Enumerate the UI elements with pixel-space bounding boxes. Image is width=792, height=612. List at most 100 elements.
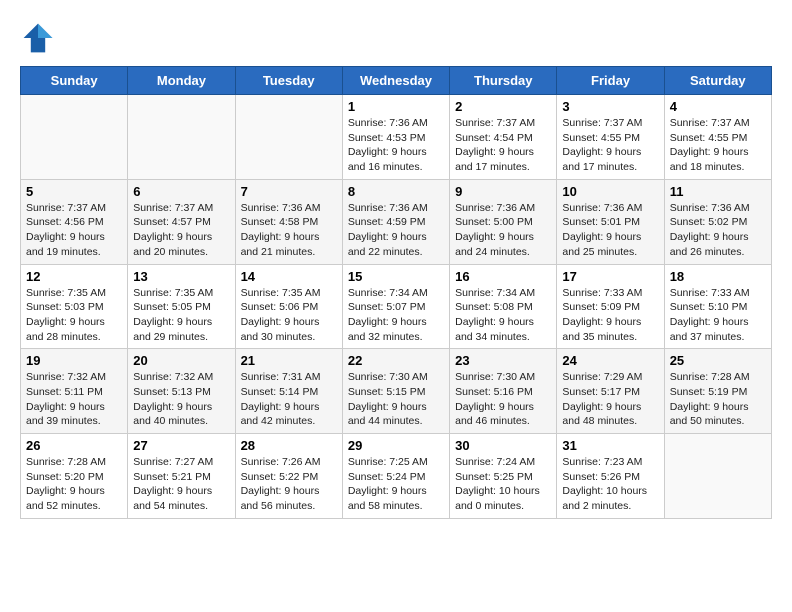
- day-info: Sunrise: 7:29 AMSunset: 5:17 PMDaylight:…: [562, 370, 658, 429]
- day-info: Sunrise: 7:33 AMSunset: 5:10 PMDaylight:…: [670, 286, 766, 345]
- day-number: 1: [348, 99, 444, 114]
- calendar-cell: 29 Sunrise: 7:25 AMSunset: 5:24 PMDayligh…: [342, 434, 449, 519]
- calendar-cell: 2 Sunrise: 7:37 AMSunset: 4:54 PMDaylight…: [450, 95, 557, 180]
- day-number: 31: [562, 438, 658, 453]
- calendar-cell: 14 Sunrise: 7:35 AMSunset: 5:06 PMDayligh…: [235, 264, 342, 349]
- calendar-cell: 15 Sunrise: 7:34 AMSunset: 5:07 PMDayligh…: [342, 264, 449, 349]
- day-info: Sunrise: 7:36 AMSunset: 5:00 PMDaylight:…: [455, 201, 551, 260]
- day-info: Sunrise: 7:28 AMSunset: 5:19 PMDaylight:…: [670, 370, 766, 429]
- day-number: 23: [455, 353, 551, 368]
- calendar-cell: 8 Sunrise: 7:36 AMSunset: 4:59 PMDaylight…: [342, 179, 449, 264]
- calendar-cell: 16Sunrise: 7:34 AMSunset: 5:08 PMDayligh…: [450, 264, 557, 349]
- calendar-cell: 9 Sunrise: 7:36 AMSunset: 5:00 PMDaylight…: [450, 179, 557, 264]
- day-info: Sunrise: 7:30 AMSunset: 5:15 PMDaylight:…: [348, 370, 444, 429]
- calendar-cell: [235, 95, 342, 180]
- calendar-cell: 23 Sunrise: 7:30 AMSunset: 5:16 PMDayligh…: [450, 349, 557, 434]
- day-number: 15: [348, 269, 444, 284]
- weekday-header-sunday: Sunday: [21, 67, 128, 95]
- day-info: Sunrise: 7:28 AMSunset: 5:20 PMDaylight:…: [26, 455, 122, 514]
- day-number: 27: [133, 438, 229, 453]
- weekday-header-tuesday: Tuesday: [235, 67, 342, 95]
- day-number: 10: [562, 184, 658, 199]
- day-number: 13: [133, 269, 229, 284]
- day-info: Sunrise: 7:37 AMSunset: 4:57 PMDaylight:…: [133, 201, 229, 260]
- day-number: 14: [241, 269, 337, 284]
- day-number: 9: [455, 184, 551, 199]
- logo-icon: [20, 20, 56, 56]
- weekday-header-monday: Monday: [128, 67, 235, 95]
- day-number: 25: [670, 353, 766, 368]
- calendar-cell: 21 Sunrise: 7:31 AMSunset: 5:14 PMDayligh…: [235, 349, 342, 434]
- day-info: Sunrise: 7:36 AMSunset: 4:53 PMDaylight:…: [348, 116, 444, 175]
- week-row-3: 12 Sunrise: 7:35 AMSunset: 5:03 PMDayligh…: [21, 264, 772, 349]
- day-info: Sunrise: 7:34 AMSunset: 5:07 PMDaylight:…: [348, 286, 444, 345]
- calendar-cell: 31 Sunrise: 7:23 AMSunset: 5:26 PMDayligh…: [557, 434, 664, 519]
- calendar-cell: 10 Sunrise: 7:36 AMSunset: 5:01 PMDayligh…: [557, 179, 664, 264]
- page-header: [20, 20, 772, 56]
- weekday-header-row: SundayMondayTuesdayWednesdayThursdayFrid…: [21, 67, 772, 95]
- day-number: 6: [133, 184, 229, 199]
- day-number: 19: [26, 353, 122, 368]
- weekday-header-friday: Friday: [557, 67, 664, 95]
- day-info: Sunrise: 7:24 AMSunset: 5:25 PMDaylight:…: [455, 455, 551, 514]
- weekday-header-thursday: Thursday: [450, 67, 557, 95]
- day-info: Sunrise: 7:36 AMSunset: 5:02 PMDaylight:…: [670, 201, 766, 260]
- day-number: 5: [26, 184, 122, 199]
- day-info: Sunrise: 7:31 AMSunset: 5:14 PMDaylight:…: [241, 370, 337, 429]
- calendar-cell: [664, 434, 771, 519]
- day-number: 3: [562, 99, 658, 114]
- day-number: 2: [455, 99, 551, 114]
- day-number: 8: [348, 184, 444, 199]
- day-info: Sunrise: 7:33 AMSunset: 5:09 PMDaylight:…: [562, 286, 658, 345]
- day-info: Sunrise: 7:35 AMSunset: 5:06 PMDaylight:…: [241, 286, 337, 345]
- day-info: Sunrise: 7:34 AMSunset: 5:08 PMDaylight:…: [455, 286, 551, 345]
- day-number: 12: [26, 269, 122, 284]
- calendar-cell: 17 Sunrise: 7:33 AMSunset: 5:09 PMDayligh…: [557, 264, 664, 349]
- day-info: Sunrise: 7:37 AMSunset: 4:54 PMDaylight:…: [455, 116, 551, 175]
- day-number: 30: [455, 438, 551, 453]
- calendar-table: SundayMondayTuesdayWednesdayThursdayFrid…: [20, 66, 772, 519]
- weekday-header-saturday: Saturday: [664, 67, 771, 95]
- calendar-cell: 24 Sunrise: 7:29 AMSunset: 5:17 PMDayligh…: [557, 349, 664, 434]
- week-row-5: 26 Sunrise: 7:28 AMSunset: 5:20 PMDayligh…: [21, 434, 772, 519]
- calendar-cell: 3 Sunrise: 7:37 AMSunset: 4:55 PMDaylight…: [557, 95, 664, 180]
- day-info: Sunrise: 7:37 AMSunset: 4:55 PMDaylight:…: [562, 116, 658, 175]
- day-number: 11: [670, 184, 766, 199]
- day-info: Sunrise: 7:36 AMSunset: 5:01 PMDaylight:…: [562, 201, 658, 260]
- calendar-cell: 11 Sunrise: 7:36 AMSunset: 5:02 PMDayligh…: [664, 179, 771, 264]
- calendar-cell: 26 Sunrise: 7:28 AMSunset: 5:20 PMDayligh…: [21, 434, 128, 519]
- calendar-cell: 5Sunrise: 7:37 AMSunset: 4:56 PMDaylight…: [21, 179, 128, 264]
- calendar-cell: 30 Sunrise: 7:24 AMSunset: 5:25 PMDayligh…: [450, 434, 557, 519]
- calendar-cell: 25 Sunrise: 7:28 AMSunset: 5:19 PMDayligh…: [664, 349, 771, 434]
- day-info: Sunrise: 7:30 AMSunset: 5:16 PMDaylight:…: [455, 370, 551, 429]
- calendar-cell: 13Sunrise: 7:35 AMSunset: 5:05 PMDayligh…: [128, 264, 235, 349]
- weekday-header-wednesday: Wednesday: [342, 67, 449, 95]
- day-number: 29: [348, 438, 444, 453]
- day-number: 26: [26, 438, 122, 453]
- day-info: Sunrise: 7:23 AMSunset: 5:26 PMDaylight:…: [562, 455, 658, 514]
- day-info: Sunrise: 7:26 AMSunset: 5:22 PMDaylight:…: [241, 455, 337, 514]
- week-row-2: 5Sunrise: 7:37 AMSunset: 4:56 PMDaylight…: [21, 179, 772, 264]
- week-row-1: 1 Sunrise: 7:36 AMSunset: 4:53 PMDaylight…: [21, 95, 772, 180]
- calendar-cell: 22Sunrise: 7:30 AMSunset: 5:15 PMDayligh…: [342, 349, 449, 434]
- calendar-cell: 7 Sunrise: 7:36 AMSunset: 4:58 PMDaylight…: [235, 179, 342, 264]
- calendar-cell: [21, 95, 128, 180]
- day-info: Sunrise: 7:36 AMSunset: 4:59 PMDaylight:…: [348, 201, 444, 260]
- calendar-cell: 6 Sunrise: 7:37 AMSunset: 4:57 PMDaylight…: [128, 179, 235, 264]
- day-number: 4: [670, 99, 766, 114]
- calendar-cell: 19Sunrise: 7:32 AMSunset: 5:11 PMDayligh…: [21, 349, 128, 434]
- day-number: 21: [241, 353, 337, 368]
- week-row-4: 19Sunrise: 7:32 AMSunset: 5:11 PMDayligh…: [21, 349, 772, 434]
- day-info: Sunrise: 7:36 AMSunset: 4:58 PMDaylight:…: [241, 201, 337, 260]
- day-number: 7: [241, 184, 337, 199]
- logo: [20, 20, 62, 56]
- day-info: Sunrise: 7:25 AMSunset: 5:24 PMDaylight:…: [348, 455, 444, 514]
- day-number: 24: [562, 353, 658, 368]
- calendar-cell: 4Sunrise: 7:37 AMSunset: 4:55 PMDaylight…: [664, 95, 771, 180]
- day-info: Sunrise: 7:35 AMSunset: 5:03 PMDaylight:…: [26, 286, 122, 345]
- day-number: 17: [562, 269, 658, 284]
- calendar-cell: 18Sunrise: 7:33 AMSunset: 5:10 PMDayligh…: [664, 264, 771, 349]
- day-info: Sunrise: 7:27 AMSunset: 5:21 PMDaylight:…: [133, 455, 229, 514]
- calendar-cell: 20Sunrise: 7:32 AMSunset: 5:13 PMDayligh…: [128, 349, 235, 434]
- calendar-cell: 1 Sunrise: 7:36 AMSunset: 4:53 PMDaylight…: [342, 95, 449, 180]
